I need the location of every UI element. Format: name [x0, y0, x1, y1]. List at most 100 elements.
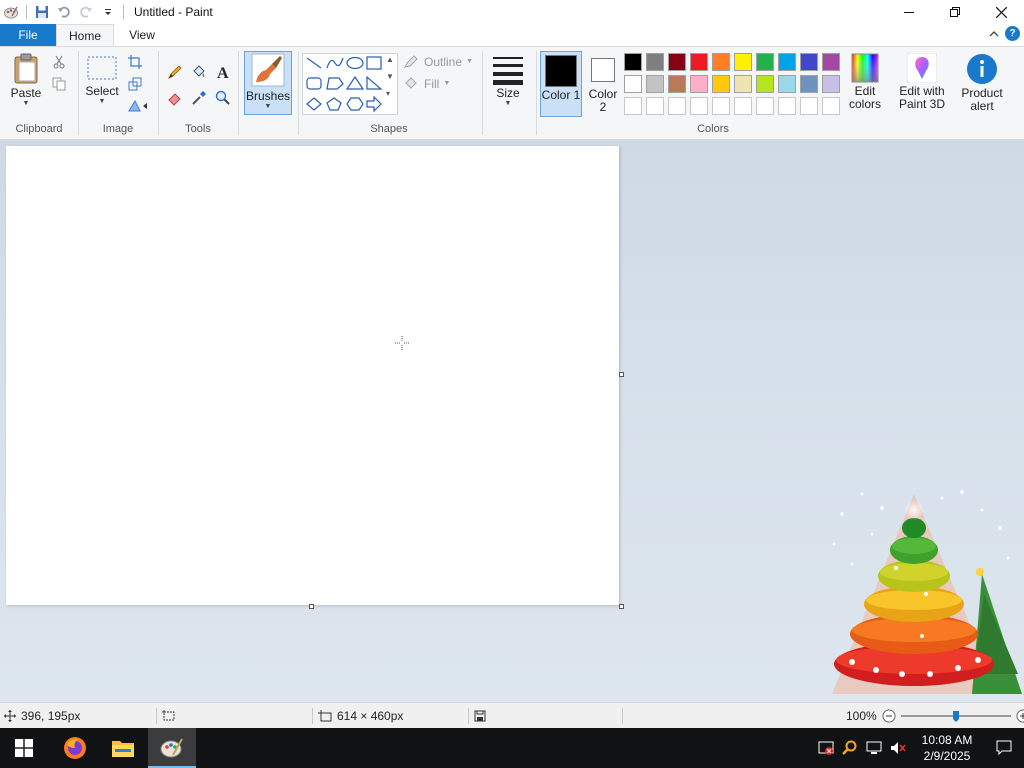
maximize-button[interactable] [932, 0, 978, 24]
custom-color-slot[interactable] [822, 97, 840, 115]
scroll-down-icon[interactable]: ▼ [386, 72, 394, 81]
custom-color-slot[interactable] [646, 97, 664, 115]
clock[interactable]: 10:08 AM 2/9/2025 [910, 732, 984, 764]
fill-bucket-icon[interactable] [190, 63, 208, 81]
palette-swatch[interactable] [800, 53, 818, 71]
color1-button[interactable]: Color 1 [540, 51, 582, 117]
color2-button[interactable]: Color 2 [586, 51, 620, 117]
paint-app-icon[interactable] [0, 1, 22, 23]
palette-swatch[interactable] [712, 53, 730, 71]
palette-swatch[interactable] [778, 75, 796, 93]
color-picker-icon[interactable] [190, 89, 208, 107]
palette-swatch[interactable] [668, 53, 686, 71]
palette-swatch[interactable] [646, 75, 664, 93]
resize-handle-corner[interactable] [619, 604, 624, 609]
zoom-in-icon[interactable] [1016, 709, 1024, 723]
arrow-shape-icon[interactable] [366, 95, 382, 113]
size-button[interactable]: Size ▼ [488, 53, 528, 108]
custom-color-slot[interactable] [624, 97, 642, 115]
edit-colors-button[interactable]: Edit colors [844, 53, 886, 111]
palette-swatch[interactable] [734, 53, 752, 71]
polygon-shape-icon[interactable] [326, 77, 344, 90]
line-shape-icon[interactable] [306, 57, 322, 69]
product-alert-button[interactable]: Product alert [954, 53, 1010, 113]
palette-swatch[interactable] [624, 53, 642, 71]
minimize-button[interactable] [886, 0, 932, 24]
shapes-scroll[interactable]: ▲ ▼ ▾ [386, 55, 394, 98]
palette-swatch[interactable] [822, 53, 840, 71]
resize-handle-bottom[interactable] [309, 604, 314, 609]
help-icon[interactable]: ? [1005, 26, 1020, 41]
rounded-rectangle-shape-icon[interactable] [306, 77, 322, 90]
zoom-out-icon[interactable] [882, 709, 896, 723]
chevron-down-icon: ▼ [98, 98, 106, 105]
collapse-ribbon-chevron-icon[interactable] [989, 27, 999, 41]
tab-home[interactable]: Home [56, 24, 114, 46]
resize-icon[interactable] [126, 75, 144, 93]
palette-swatch[interactable] [756, 75, 774, 93]
eraser-icon[interactable] [166, 89, 184, 107]
edit-with-paint3d-button[interactable]: Edit with Paint 3D [894, 53, 950, 111]
paste-button[interactable]: Paste ▼ [6, 53, 46, 108]
volume-muted-icon[interactable] [886, 728, 910, 768]
palette-swatch[interactable] [778, 53, 796, 71]
palette-swatch[interactable] [646, 53, 664, 71]
zoom-slider[interactable] [900, 709, 1011, 723]
palette-swatch[interactable] [800, 75, 818, 93]
custom-color-slot[interactable] [756, 97, 774, 115]
custom-color-slot[interactable] [668, 97, 686, 115]
palette-swatch[interactable] [822, 75, 840, 93]
close-button[interactable] [978, 0, 1024, 24]
save-icon[interactable] [31, 1, 53, 23]
network-icon[interactable] [862, 728, 886, 768]
start-button[interactable] [0, 728, 48, 768]
rectangle-shape-icon[interactable] [366, 56, 382, 70]
right-triangle-shape-icon[interactable] [366, 75, 383, 90]
firefox-taskbar-button[interactable] [51, 728, 99, 768]
magnifier-icon[interactable] [214, 89, 232, 107]
palette-swatch[interactable] [756, 53, 774, 71]
brushes-button[interactable]: Brushes ▼ [244, 51, 292, 115]
hexagon-shape-icon[interactable] [346, 97, 364, 111]
action-center-icon[interactable] [984, 728, 1024, 768]
palette-swatch[interactable] [668, 75, 686, 93]
pencil-icon[interactable] [166, 63, 184, 81]
curve-shape-icon[interactable] [326, 57, 344, 69]
outline-button[interactable]: Outline ▼ [404, 55, 473, 69]
palette-swatch[interactable] [734, 75, 752, 93]
palette-swatch[interactable] [690, 53, 708, 71]
custom-color-slot[interactable] [712, 97, 730, 115]
redo-icon[interactable] [75, 1, 97, 23]
fill-button[interactable]: Fill ▼ [404, 77, 450, 91]
tab-file[interactable]: File [0, 24, 56, 46]
resize-handle-right[interactable] [619, 372, 624, 377]
crop-icon[interactable] [126, 53, 144, 71]
security-alert-icon[interactable] [814, 728, 838, 768]
cut-icon[interactable] [50, 53, 68, 71]
customize-toolbar-chevron-icon[interactable] [97, 1, 119, 23]
select-button[interactable]: Select ▼ [82, 55, 122, 106]
file-explorer-taskbar-button[interactable] [99, 728, 147, 768]
rotate-icon[interactable] [126, 97, 152, 115]
custom-color-slot[interactable] [778, 97, 796, 115]
palette-swatch[interactable] [690, 75, 708, 93]
palette-swatch[interactable] [712, 75, 730, 93]
scroll-up-icon[interactable]: ▲ [386, 55, 394, 64]
tools-group-label: Tools [185, 123, 211, 135]
undo-icon[interactable] [53, 1, 75, 23]
drawing-canvas[interactable] [6, 146, 619, 605]
custom-color-slot[interactable] [800, 97, 818, 115]
paint-taskbar-button[interactable] [148, 728, 196, 768]
tab-view[interactable]: View [116, 24, 168, 46]
triangle-shape-icon[interactable] [345, 75, 365, 90]
search-tray-icon[interactable] [838, 728, 862, 768]
custom-color-slot[interactable] [734, 97, 752, 115]
more-shapes-icon[interactable]: ▾ [386, 89, 394, 98]
pentagon-shape-icon[interactable] [326, 97, 342, 111]
oval-shape-icon[interactable] [346, 56, 364, 70]
palette-swatch[interactable] [624, 75, 642, 93]
copy-icon[interactable] [50, 75, 68, 93]
text-icon[interactable]: A [214, 63, 232, 81]
diamond-shape-icon[interactable] [306, 97, 322, 111]
custom-color-slot[interactable] [690, 97, 708, 115]
